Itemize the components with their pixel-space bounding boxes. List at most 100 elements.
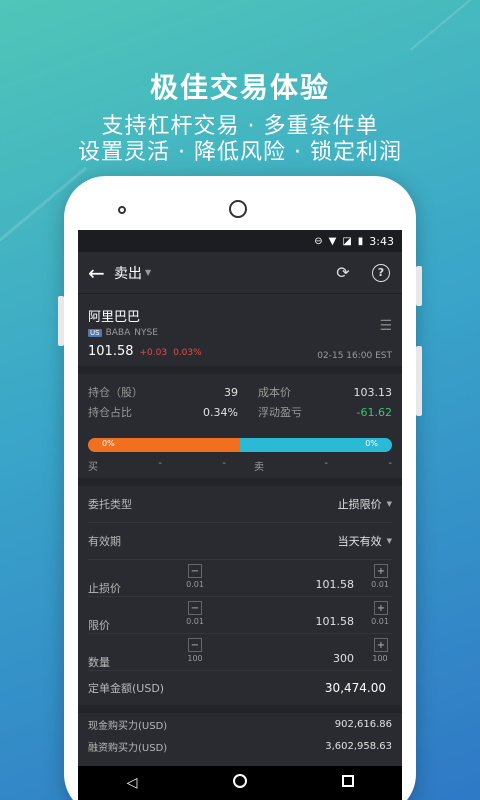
stock-change-pct: 0.03% xyxy=(173,348,202,358)
sell-size: - xyxy=(388,457,392,469)
stock-price: 101.58 xyxy=(88,344,134,359)
order-amount-label: 定单金额(USD) xyxy=(88,682,165,695)
stock-meta: US BABA NYSE xyxy=(88,328,392,338)
limit-price-increase-button[interactable]: + xyxy=(374,601,388,615)
order-type-label: 委托类型 xyxy=(88,498,132,511)
phone-camera xyxy=(229,200,247,218)
bid-ask-row: 买 - - 卖 - - xyxy=(78,452,402,478)
pl-label: 浮动盈亏 xyxy=(258,406,302,419)
quantity-step: 100 xyxy=(187,654,203,663)
page-title[interactable]: 卖出 xyxy=(114,263,142,283)
limit-price-step: 0.01 xyxy=(371,617,389,626)
quantity-stepper: 数量 − 100 300 + 100 xyxy=(88,634,392,671)
list-icon[interactable]: ☰ xyxy=(379,318,392,334)
battery-icon: ▮ xyxy=(357,235,364,247)
buy-price: - xyxy=(158,457,162,469)
stock-exchange: NYSE xyxy=(134,328,158,338)
hold-value: 39 xyxy=(224,385,238,399)
caret-down-icon[interactable]: ▼ xyxy=(387,500,392,508)
divider xyxy=(78,478,402,486)
stock-change: +0.03 xyxy=(139,348,168,358)
caret-down-icon[interactable]: ▼ xyxy=(145,268,151,277)
nav-back-icon[interactable]: ◁ xyxy=(117,775,147,791)
validity-select[interactable]: 有效期 当天有效 ▼ xyxy=(88,523,392,560)
order-amount-value: 30,474.00 xyxy=(324,681,386,695)
limit-price-step: 0.01 xyxy=(186,617,204,626)
system-nav-bar: ◁ xyxy=(78,766,402,800)
stop-price-stepper: 止损价 − 0.01 101.58 + 0.01 xyxy=(88,560,392,597)
divider xyxy=(78,705,402,713)
refresh-icon[interactable]: ⟳ xyxy=(332,262,354,284)
order-amount-row: 定单金额(USD) 30,474.00 xyxy=(88,671,392,705)
buy-bar: 0% xyxy=(88,438,240,452)
status-time: 3:43 xyxy=(369,234,394,248)
phone-speaker xyxy=(118,206,126,214)
hero-title: 极佳交易体验 xyxy=(149,71,330,104)
buy-pct: 0% xyxy=(102,439,115,448)
stop-price-step: 0.01 xyxy=(371,580,389,589)
help-button[interactable]: ? xyxy=(370,262,392,284)
hold-label: 持仓（股） xyxy=(88,386,143,399)
stock-symbol: BABA xyxy=(105,328,131,338)
ratio-label: 持仓占比 xyxy=(88,406,132,419)
signal-icon: ◪ xyxy=(342,235,352,247)
limit-price-stepper: 限价 − 0.01 101.58 + 0.01 xyxy=(88,597,392,634)
square-icon xyxy=(342,775,354,787)
toolbar: ← 卖出 ▼ ⟳ ? xyxy=(78,252,402,294)
app-screen: ⊖ ▼ ◪ ▮ 3:43 ← 卖出 ▼ ⟳ ? 阿里巴巴 US BABA NYS… xyxy=(78,230,402,800)
cost-value: 103.13 xyxy=(353,385,393,399)
sell-bar: 0% xyxy=(240,438,392,452)
decor-line xyxy=(409,0,480,51)
sell-price: - xyxy=(324,457,328,469)
minus-circle-icon: ⊖ xyxy=(314,235,323,247)
hero-subtitle-2: 设置灵活 · 降低风险 · 锁定利润 xyxy=(78,140,402,165)
phone-side-button xyxy=(58,296,64,346)
divider xyxy=(78,366,402,374)
margin-power-label: 融资购买力(USD) xyxy=(88,742,168,754)
wifi-icon: ▼ xyxy=(328,235,337,247)
arrow-left-icon[interactable]: ← xyxy=(88,261,114,285)
buying-power: 现金购买力(USD) 902,616.86 融资购买力(USD) 3,602,9… xyxy=(78,713,402,757)
cash-power-label: 现金购买力(USD) xyxy=(88,720,168,732)
sell-label: 卖 xyxy=(254,461,264,473)
quantity-input[interactable]: 300 xyxy=(333,652,354,665)
order-type-value[interactable]: 止损限价 xyxy=(338,496,382,512)
quantity-step: 100 xyxy=(372,654,388,663)
sell-pct: 0% xyxy=(365,439,378,448)
order-book-bar: 0% 0% xyxy=(88,438,392,452)
stop-price-input[interactable]: 101.58 xyxy=(316,578,355,591)
limit-price-input[interactable]: 101.58 xyxy=(316,615,355,628)
phone-side-button xyxy=(416,266,422,306)
circle-icon xyxy=(233,774,247,788)
margin-power-value: 3,602,958.63 xyxy=(325,740,392,752)
stock-header: 阿里巴巴 US BABA NYSE 101.58 +0.03 0.03% ☰ 0… xyxy=(78,294,402,366)
buy-label: 买 xyxy=(88,461,98,473)
quantity-increase-button[interactable]: + xyxy=(374,638,388,652)
quantity-decrease-button[interactable]: − xyxy=(188,638,202,652)
order-type-select[interactable]: 委托类型 止损限价 ▼ xyxy=(88,486,392,523)
help-icon: ? xyxy=(372,263,390,282)
stop-price-decrease-button[interactable]: − xyxy=(188,564,202,578)
limit-price-decrease-button[interactable]: − xyxy=(188,601,202,615)
nav-home-button[interactable] xyxy=(225,774,255,792)
buy-size: - xyxy=(222,457,226,469)
stock-name: 阿里巴巴 xyxy=(88,310,141,325)
phone-side-button xyxy=(416,346,422,416)
validity-value[interactable]: 当天有效 xyxy=(338,533,382,549)
stop-price-increase-button[interactable]: + xyxy=(374,564,388,578)
quantity-label: 数量 xyxy=(88,656,110,669)
stop-price-label: 止损价 xyxy=(88,582,121,595)
position-summary: 持仓（股） 39 成本价 103.13 持仓占比 0.34% 浮动盈亏 -61.… xyxy=(78,374,402,422)
cost-label: 成本价 xyxy=(258,386,291,399)
pl-value: -61.62 xyxy=(356,405,392,419)
nav-recents-button[interactable] xyxy=(333,775,363,791)
quote-time: 02-15 16:00 EST xyxy=(317,351,392,361)
limit-price-label: 限价 xyxy=(88,619,110,632)
market-flag: US xyxy=(88,329,102,337)
stop-price-step: 0.01 xyxy=(186,580,204,589)
caret-down-icon[interactable]: ▼ xyxy=(387,537,392,545)
order-form: 委托类型 止损限价 ▼ 有效期 当天有效 ▼ 止损价 − 0.01 101.58… xyxy=(78,486,402,705)
validity-label: 有效期 xyxy=(88,535,121,548)
cash-power-value: 902,616.86 xyxy=(334,718,392,730)
status-bar: ⊖ ▼ ◪ ▮ 3:43 xyxy=(78,230,402,252)
